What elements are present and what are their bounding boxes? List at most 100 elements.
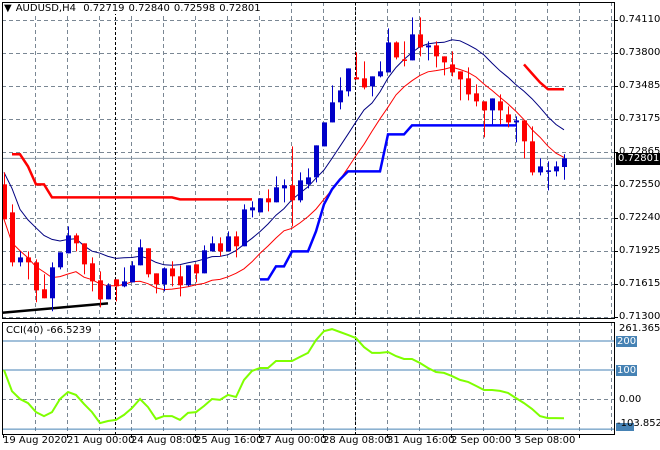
candle-bear-body xyxy=(194,264,199,274)
candle-bear-body xyxy=(434,45,439,57)
cci-pane-frame xyxy=(2,322,615,435)
candle-bull-body xyxy=(298,180,303,201)
candle-bull-body xyxy=(106,285,111,300)
open-price: 0.72719 xyxy=(83,3,125,14)
cci-level-200-label: 200 xyxy=(616,336,638,347)
candle-bull-body xyxy=(66,235,71,254)
close-price: 0.72801 xyxy=(219,3,261,14)
price-tick-label: 0.71300 xyxy=(619,311,660,322)
ma-low-line xyxy=(3,66,565,291)
resistance-step-line xyxy=(523,63,564,91)
candle-bull-body xyxy=(314,145,319,178)
candle-bull-body xyxy=(370,76,375,87)
menu-triangle-down-icon[interactable]: ▼ xyxy=(4,3,12,14)
price-tick-label: 0.72240 xyxy=(619,212,660,223)
candle-bull-body xyxy=(226,236,231,252)
candle-bull-body xyxy=(50,267,55,299)
candle-bear-body xyxy=(266,198,271,203)
time-tick-label: 25 Aug 16:00 xyxy=(195,435,263,446)
price-tick-label: 0.73175 xyxy=(619,113,660,124)
candle-bear-body xyxy=(34,262,39,291)
time-tick-label: 27 Aug 00:00 xyxy=(259,435,327,446)
candle-bull-body xyxy=(426,45,431,48)
candle-bull-body xyxy=(490,98,495,111)
candle-bear-body xyxy=(234,236,239,247)
candle-bull-body xyxy=(546,170,551,172)
candle-bear-body xyxy=(290,185,295,201)
candle-bull-body xyxy=(330,102,335,123)
candle-bull-body xyxy=(202,250,207,274)
symbol-timeframe: AUDUSD,H4 xyxy=(15,3,76,14)
candle-bear-body xyxy=(114,279,119,287)
candle-bull-body xyxy=(322,122,327,147)
candle-bear-body xyxy=(354,77,359,80)
price-tick-label: 0.72550 xyxy=(619,179,660,190)
candle-bull-body xyxy=(162,268,167,285)
candle-bull-body xyxy=(538,166,543,173)
candle-bear-body xyxy=(74,235,79,244)
time-tick-label: 28 Aug 08:00 xyxy=(323,435,391,446)
candle-bear-body xyxy=(530,141,535,173)
candle-bull-body xyxy=(306,177,311,185)
candle-bull-body xyxy=(258,198,263,213)
candle-bull-body xyxy=(210,243,215,252)
candle-bear-body xyxy=(522,120,527,142)
candle-bear-body xyxy=(154,273,159,285)
candle-bear-body xyxy=(418,34,423,48)
candle-bear-body xyxy=(466,78,471,95)
candle-bull-body xyxy=(386,42,391,73)
candle-bull-body xyxy=(186,265,191,286)
candle-bull-body xyxy=(562,158,567,168)
candle-bear-body xyxy=(82,243,87,265)
candle-bull-body xyxy=(282,185,287,189)
price-tick-label: 0.71615 xyxy=(619,278,660,289)
candle-bear-body xyxy=(506,114,511,123)
price-tick-label: 0.74110 xyxy=(619,14,660,25)
price-tick-label: 0.71925 xyxy=(619,245,660,256)
candle-bear-body xyxy=(498,101,503,111)
time-tick-label: 19 Aug 2020 xyxy=(3,435,68,446)
candle-bear-body xyxy=(10,212,15,263)
current-price-label: 0.72801 xyxy=(616,153,660,165)
candle-bear-body xyxy=(442,56,447,63)
trend-line xyxy=(1,302,109,315)
candle-bear-body xyxy=(482,101,487,111)
candle-bull-body xyxy=(554,166,559,172)
time-tick-label: 2 Sep 00:00 xyxy=(451,435,512,446)
candle-bull-body xyxy=(514,120,519,123)
cci-axis-max: 261.365 xyxy=(619,323,660,334)
price-tick-label: 0.73485 xyxy=(619,80,660,91)
candle-bear-body xyxy=(26,257,31,263)
candle-bear-body xyxy=(90,263,95,282)
time-tick-label: 24 Aug 08:00 xyxy=(131,435,199,446)
candle-bear-body xyxy=(178,276,183,286)
high-price: 0.72840 xyxy=(128,3,170,14)
candle-bull-body xyxy=(18,257,23,263)
time-tick-label: 21 Aug 00:00 xyxy=(67,435,135,446)
time-tick-label: 3 Sep 08:00 xyxy=(515,435,576,446)
candle-bear-body xyxy=(402,59,407,61)
cci-level-0-label: 0.00 xyxy=(619,394,642,405)
candle-bear-body xyxy=(474,93,479,102)
candle-bull-body xyxy=(58,252,63,268)
candle-bull-body xyxy=(130,265,135,283)
chart-canvas[interactable] xyxy=(0,0,660,450)
candle-bear-body xyxy=(98,280,103,300)
candle-bear-body xyxy=(170,268,175,277)
time-tick-label: 31 Aug 16:00 xyxy=(387,435,455,446)
candle-bear-body xyxy=(362,78,367,88)
cci-title: CCI(40) -66.5239 xyxy=(6,325,92,336)
low-price: 0.72598 xyxy=(173,3,216,14)
cci-axis-min: -103.8524 xyxy=(617,418,660,429)
candle-bull-body xyxy=(122,281,127,287)
candle-bull-body xyxy=(338,90,343,103)
chart-title: ▼ AUDUSD,H4 0.72719 0.72840 0.72598 0.72801 xyxy=(4,3,265,14)
candle-bull-body xyxy=(410,34,415,61)
candle-bear-body xyxy=(394,42,399,58)
candle-bear-body xyxy=(42,289,47,299)
candle-bull-body xyxy=(274,187,279,203)
candle-bear-body xyxy=(450,64,455,73)
candle-bull-body xyxy=(138,247,143,266)
cci-level-100-label: 100 xyxy=(616,365,638,376)
candle-bull-body xyxy=(346,68,351,92)
